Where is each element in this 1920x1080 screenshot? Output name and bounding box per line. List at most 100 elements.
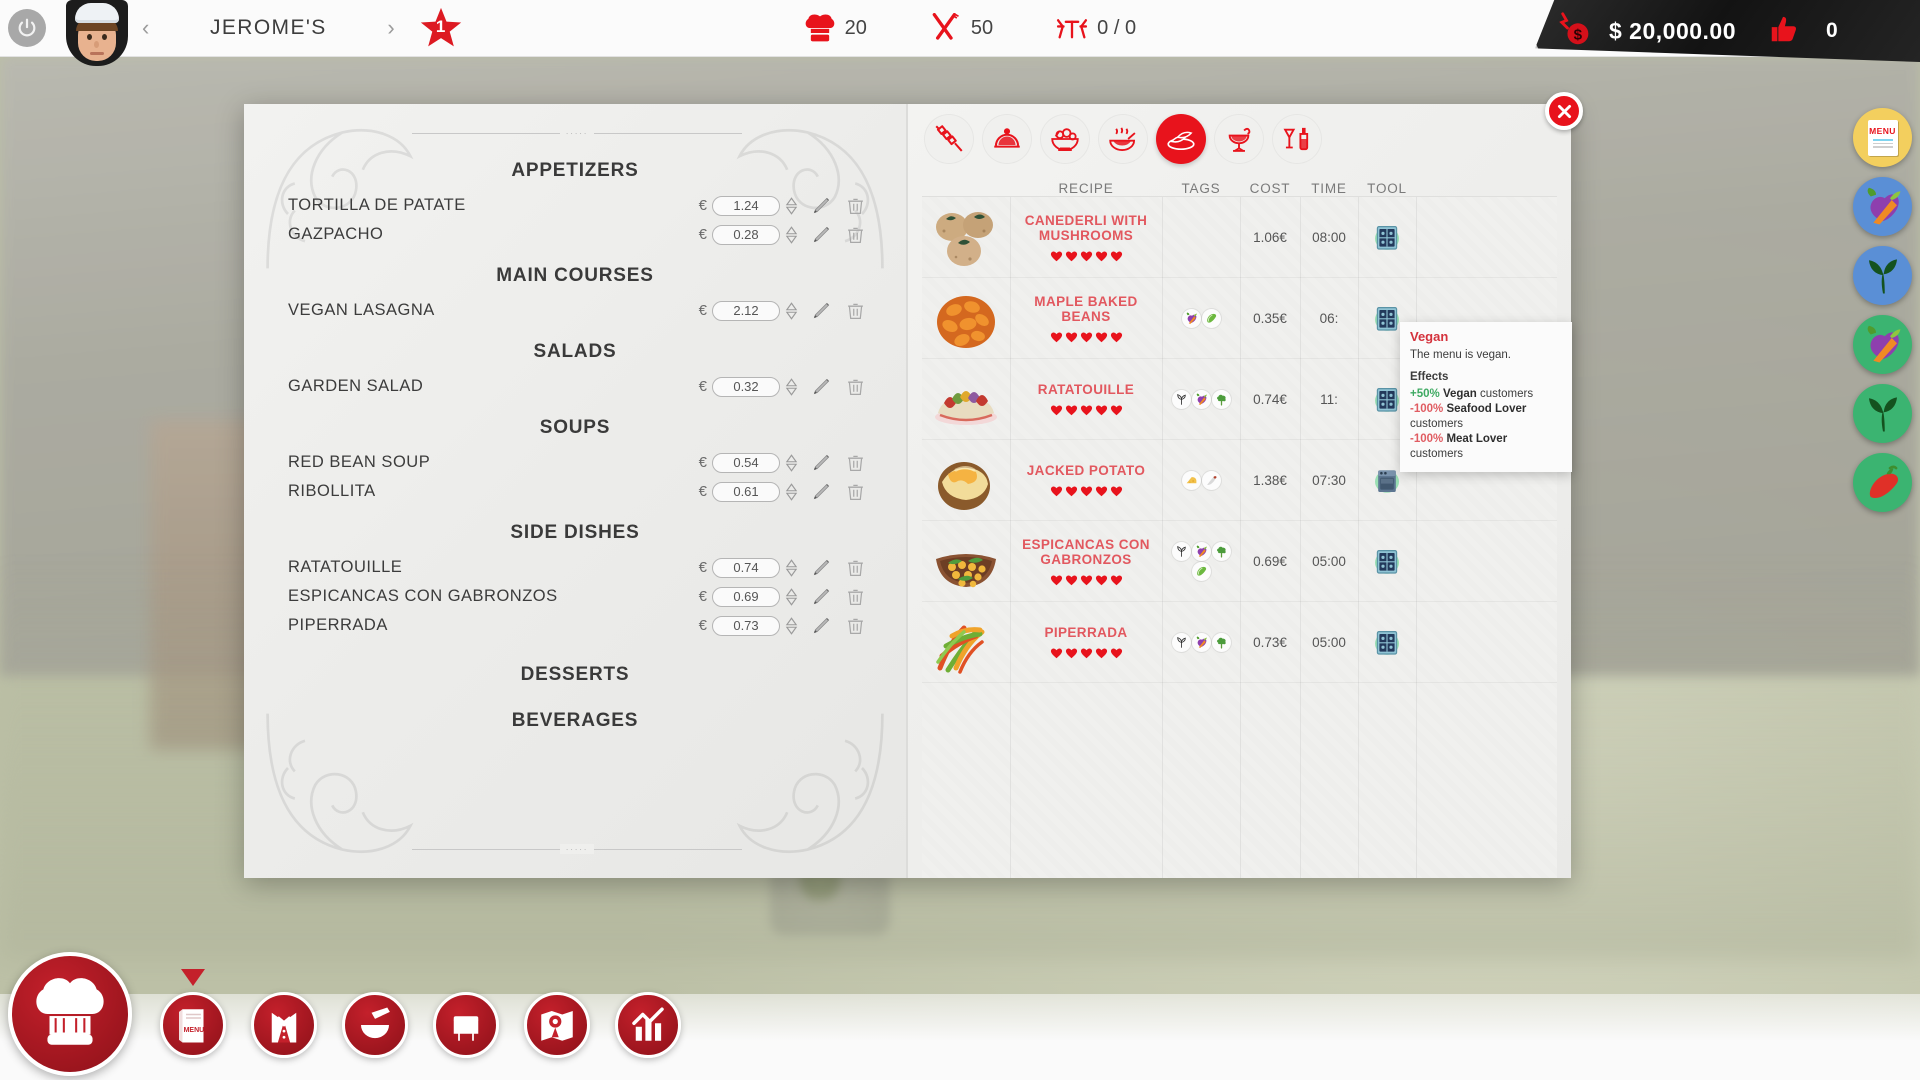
tab-salads[interactable] xyxy=(1040,114,1090,164)
badge-spicy-green[interactable] xyxy=(1853,453,1912,512)
effect-subject: Seafood Lover xyxy=(1446,403,1527,415)
edit-dish-button[interactable] xyxy=(811,376,832,397)
delete-dish-button[interactable] xyxy=(845,452,866,473)
dish-price-input[interactable]: 2.12 xyxy=(712,300,780,321)
heart-icon xyxy=(1110,250,1122,261)
menu-dish-row[interactable]: GARDEN SALAD €0.32 xyxy=(284,372,866,401)
tool-map[interactable] xyxy=(524,992,590,1058)
tool-kitchen[interactable] xyxy=(342,992,408,1058)
price-stepper[interactable] xyxy=(785,301,798,320)
price-stepper[interactable] xyxy=(785,482,798,501)
delete-dish-button[interactable] xyxy=(845,376,866,397)
cucumber-icon[interactable] xyxy=(1191,561,1211,581)
edit-dish-button[interactable] xyxy=(811,224,832,245)
tool-statistics[interactable] xyxy=(615,992,681,1058)
badge-vegetarian-blue[interactable] xyxy=(1853,177,1912,236)
effect-suffix: customers xyxy=(1480,387,1534,400)
edit-dish-button[interactable] xyxy=(811,481,832,502)
broccoli-icon[interactable] xyxy=(1211,389,1231,409)
delete-dish-button[interactable] xyxy=(845,481,866,502)
heart-icon xyxy=(1050,331,1062,342)
vegetables-icon[interactable] xyxy=(1191,632,1211,652)
price-stepper[interactable] xyxy=(785,558,798,577)
price-stepper[interactable] xyxy=(785,453,798,472)
recipe-row[interactable]: CANEDERLI WITH MUSHROOMS 1.06€ 08:00 xyxy=(922,197,1557,278)
vegetables-icon[interactable] xyxy=(1191,389,1211,409)
price-stepper[interactable] xyxy=(785,196,798,215)
tab-soups[interactable] xyxy=(1098,114,1148,164)
delete-dish-button[interactable] xyxy=(845,586,866,607)
chart-icon xyxy=(627,1004,669,1046)
stats-group: 20 50 0 / 0 xyxy=(803,13,1136,43)
tab-main-courses[interactable] xyxy=(982,114,1032,164)
chef-main-button[interactable] xyxy=(8,952,132,1076)
tab-side-dishes[interactable] xyxy=(1156,114,1206,164)
tool-menu[interactable]: MENU xyxy=(160,969,226,1058)
delete-dish-button[interactable] xyxy=(845,224,866,245)
recipe-row[interactable]: PIPERRADA 0.73€ 05:00 xyxy=(922,602,1557,683)
edit-dish-button[interactable] xyxy=(811,615,832,636)
menu-card-label: MENU xyxy=(1869,125,1896,136)
dish-price-input[interactable]: 0.69 xyxy=(712,586,780,607)
next-restaurant-button[interactable]: › xyxy=(373,15,408,41)
price-stepper[interactable] xyxy=(785,225,798,244)
menu-dish-row[interactable]: RIBOLLITA €0.61 xyxy=(284,477,866,506)
badge-vegetarian-green[interactable] xyxy=(1853,315,1912,374)
price-stepper[interactable] xyxy=(785,377,798,396)
edit-dish-button[interactable] xyxy=(811,452,832,473)
price-stepper[interactable] xyxy=(785,587,798,606)
ratatouille-image xyxy=(922,360,1010,438)
stat-service-value: 50 xyxy=(970,16,994,39)
player-avatar[interactable] xyxy=(66,0,128,66)
dish-price-input[interactable]: 0.74 xyxy=(712,557,780,578)
spice-icon[interactable] xyxy=(1201,470,1221,490)
recipe-rating-hearts xyxy=(1050,331,1123,343)
menu-dish-row[interactable]: TORTILLA DE PATATE €1.24 xyxy=(284,191,866,220)
heart-icon xyxy=(1095,574,1107,585)
menu-sections: APPETIZERS TORTILLA DE PATATE €1.24 GAZPACH… xyxy=(284,130,866,732)
delete-dish-button[interactable] xyxy=(845,557,866,578)
menu-dish-row[interactable]: GAZPACHO €0.28 xyxy=(284,220,866,249)
badge-vegan-blue[interactable] xyxy=(1853,246,1912,305)
broccoli-icon[interactable] xyxy=(1211,541,1231,561)
badge-menu[interactable]: MENU xyxy=(1853,108,1912,167)
tab-beverages[interactable] xyxy=(1272,114,1322,164)
dish-price-input[interactable]: 0.32 xyxy=(712,376,780,397)
menu-dish-row[interactable]: ESPICANCAS CON GABRONZOS €0.69 xyxy=(284,582,866,611)
vegan-sprout-icon[interactable] xyxy=(1171,389,1191,409)
delete-dish-button[interactable] xyxy=(845,615,866,636)
dish-price-input[interactable]: 0.54 xyxy=(712,452,780,473)
tab-desserts[interactable] xyxy=(1214,114,1264,164)
edit-dish-button[interactable] xyxy=(811,195,832,216)
tool-furniture[interactable] xyxy=(433,992,499,1058)
edit-dish-button[interactable] xyxy=(811,557,832,578)
dish-price-input[interactable]: 0.28 xyxy=(712,224,780,245)
close-button[interactable] xyxy=(1545,92,1583,130)
delete-dish-button[interactable] xyxy=(845,195,866,216)
vegan-sprout-icon[interactable] xyxy=(1171,541,1191,561)
menu-dish-row[interactable]: VEGAN LASAGNA €2.12 xyxy=(284,296,866,325)
prev-restaurant-button[interactable]: ‹ xyxy=(128,15,163,41)
vegetables-icon[interactable] xyxy=(1181,308,1201,328)
delete-dish-button[interactable] xyxy=(845,300,866,321)
menu-dish-row[interactable]: RED BEAN SOUP €0.54 xyxy=(284,448,866,477)
vegan-sprout-icon[interactable] xyxy=(1171,632,1191,652)
cheese-icon[interactable] xyxy=(1181,470,1201,490)
menu-dish-row[interactable]: PIPERRADA €0.73 xyxy=(284,611,866,640)
tab-appetizers[interactable] xyxy=(924,114,974,164)
power-button[interactable] xyxy=(8,9,46,47)
dish-price-input[interactable]: 1.24 xyxy=(712,195,780,216)
badge-vegan-green[interactable] xyxy=(1853,384,1912,443)
edit-dish-button[interactable] xyxy=(811,300,832,321)
menu-dish-row[interactable]: RATATOUILLE €0.74 xyxy=(284,553,866,582)
broccoli-icon[interactable] xyxy=(1211,632,1231,652)
dish-price-input[interactable]: 0.61 xyxy=(712,481,780,502)
recipe-row[interactable]: ESPICANCAS CON GABRONZOS 0.69€ 05:00 xyxy=(922,521,1557,602)
dish-price-input[interactable]: 0.73 xyxy=(712,615,780,636)
cucumber-icon[interactable] xyxy=(1201,308,1221,328)
price-stepper[interactable] xyxy=(785,616,798,635)
tool-staff[interactable] xyxy=(251,992,317,1058)
edit-dish-button[interactable] xyxy=(811,586,832,607)
vegetables-icon[interactable] xyxy=(1191,541,1211,561)
menu-trait-badges: MENU xyxy=(1853,108,1912,512)
